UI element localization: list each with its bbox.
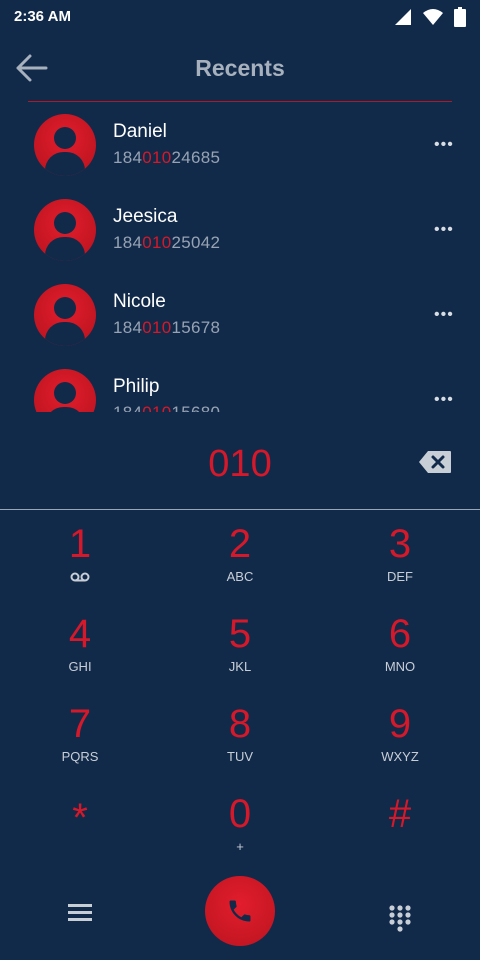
key-digit: # xyxy=(388,792,412,836)
key-letters: GHI xyxy=(68,659,92,674)
key-9[interactable]: 9 WXYZ xyxy=(340,702,460,782)
backspace-button[interactable] xyxy=(418,450,452,474)
contact-number: 18401015680 xyxy=(113,403,220,412)
more-options-button[interactable]: ••• xyxy=(434,222,454,238)
key-letters: TUV xyxy=(227,749,253,764)
key-letters: JKL xyxy=(228,659,252,674)
key-digit: * xyxy=(72,796,88,840)
contact-name: Jeesica xyxy=(113,206,178,227)
header: Recents xyxy=(0,40,480,100)
contact-name: Philip xyxy=(113,376,160,397)
key-star[interactable]: * xyxy=(20,796,140,876)
key-digit: 9 xyxy=(388,702,412,746)
key-digit: 1 xyxy=(68,522,92,566)
contact-item[interactable]: Philip 18401015680 ••• xyxy=(0,357,480,412)
more-options-button[interactable]: ••• xyxy=(434,137,454,153)
phone-icon xyxy=(229,900,251,922)
key-digit: 5 xyxy=(228,612,252,656)
menu-button[interactable] xyxy=(68,904,92,924)
key-letters: ABC xyxy=(226,569,254,584)
key-8[interactable]: 8 TUV xyxy=(180,702,300,782)
number-match: 010 xyxy=(142,148,172,167)
key-letters: + xyxy=(236,839,244,854)
status-bar: 2:36 AM xyxy=(0,0,480,34)
key-digit: 6 xyxy=(388,612,412,656)
key-hash[interactable]: # xyxy=(340,792,460,872)
key-4[interactable]: 4 GHI xyxy=(20,612,140,692)
avatar-icon xyxy=(34,369,96,412)
avatar-icon xyxy=(34,114,96,176)
contact-name: Nicole xyxy=(113,291,166,312)
more-options-button[interactable]: ••• xyxy=(434,307,454,323)
key-digit: 4 xyxy=(68,612,92,656)
contact-name: Daniel xyxy=(113,121,167,142)
more-options-button[interactable]: ••• xyxy=(434,392,454,408)
page-title: Recents xyxy=(195,55,285,81)
backspace-icon xyxy=(419,451,451,473)
avatar-icon xyxy=(34,199,96,261)
number-match: 010 xyxy=(142,233,172,252)
dialed-number[interactable]: 010 xyxy=(0,443,480,486)
key-2[interactable]: 2 ABC xyxy=(180,522,300,602)
key-digit: 3 xyxy=(388,522,412,566)
contact-number: 18401024685 xyxy=(113,148,221,167)
key-3[interactable]: 3 DEF xyxy=(340,522,460,602)
call-button[interactable] xyxy=(205,876,275,946)
key-letters: PQRS xyxy=(61,749,99,764)
status-time: 2:36 AM xyxy=(14,8,71,25)
bottom-bar xyxy=(0,870,480,960)
contact-number: 18401015678 xyxy=(113,318,221,337)
dialpad-divider xyxy=(0,509,480,510)
contact-list: Daniel 18401024685 ••• Jeesica 184010250… xyxy=(0,102,480,412)
key-6[interactable]: 6 MNO xyxy=(340,612,460,692)
battery-icon xyxy=(454,7,466,32)
key-digit: 0 xyxy=(228,792,252,836)
contact-item[interactable]: Daniel 18401024685 ••• xyxy=(0,102,480,187)
key-digit: 8 xyxy=(228,702,252,746)
contact-item[interactable]: Jeesica 18401025042 ••• xyxy=(0,187,480,272)
contact-number: 18401025042 xyxy=(113,233,221,252)
key-letters: MNO xyxy=(384,659,416,674)
dialpad-icon xyxy=(389,905,411,932)
key-digit: 2 xyxy=(228,522,252,566)
number-match: 010 xyxy=(142,403,171,412)
key-7[interactable]: 7 PQRS xyxy=(20,702,140,782)
voicemail-icon xyxy=(70,572,90,582)
signal-icon xyxy=(394,8,412,31)
avatar-icon xyxy=(34,284,96,346)
key-letters: WXYZ xyxy=(381,749,419,764)
key-letters: DEF xyxy=(387,569,413,584)
dialpad-toggle-button[interactable] xyxy=(388,904,412,932)
contact-item[interactable]: Nicole 18401015678 ••• xyxy=(0,272,480,357)
key-digit: 7 xyxy=(68,702,92,746)
status-icons xyxy=(394,7,466,32)
key-0[interactable]: 0 + xyxy=(180,792,300,872)
number-match: 010 xyxy=(142,318,172,337)
wifi-icon xyxy=(422,8,444,31)
key-5[interactable]: 5 JKL xyxy=(180,612,300,692)
key-1[interactable]: 1 xyxy=(20,522,140,602)
